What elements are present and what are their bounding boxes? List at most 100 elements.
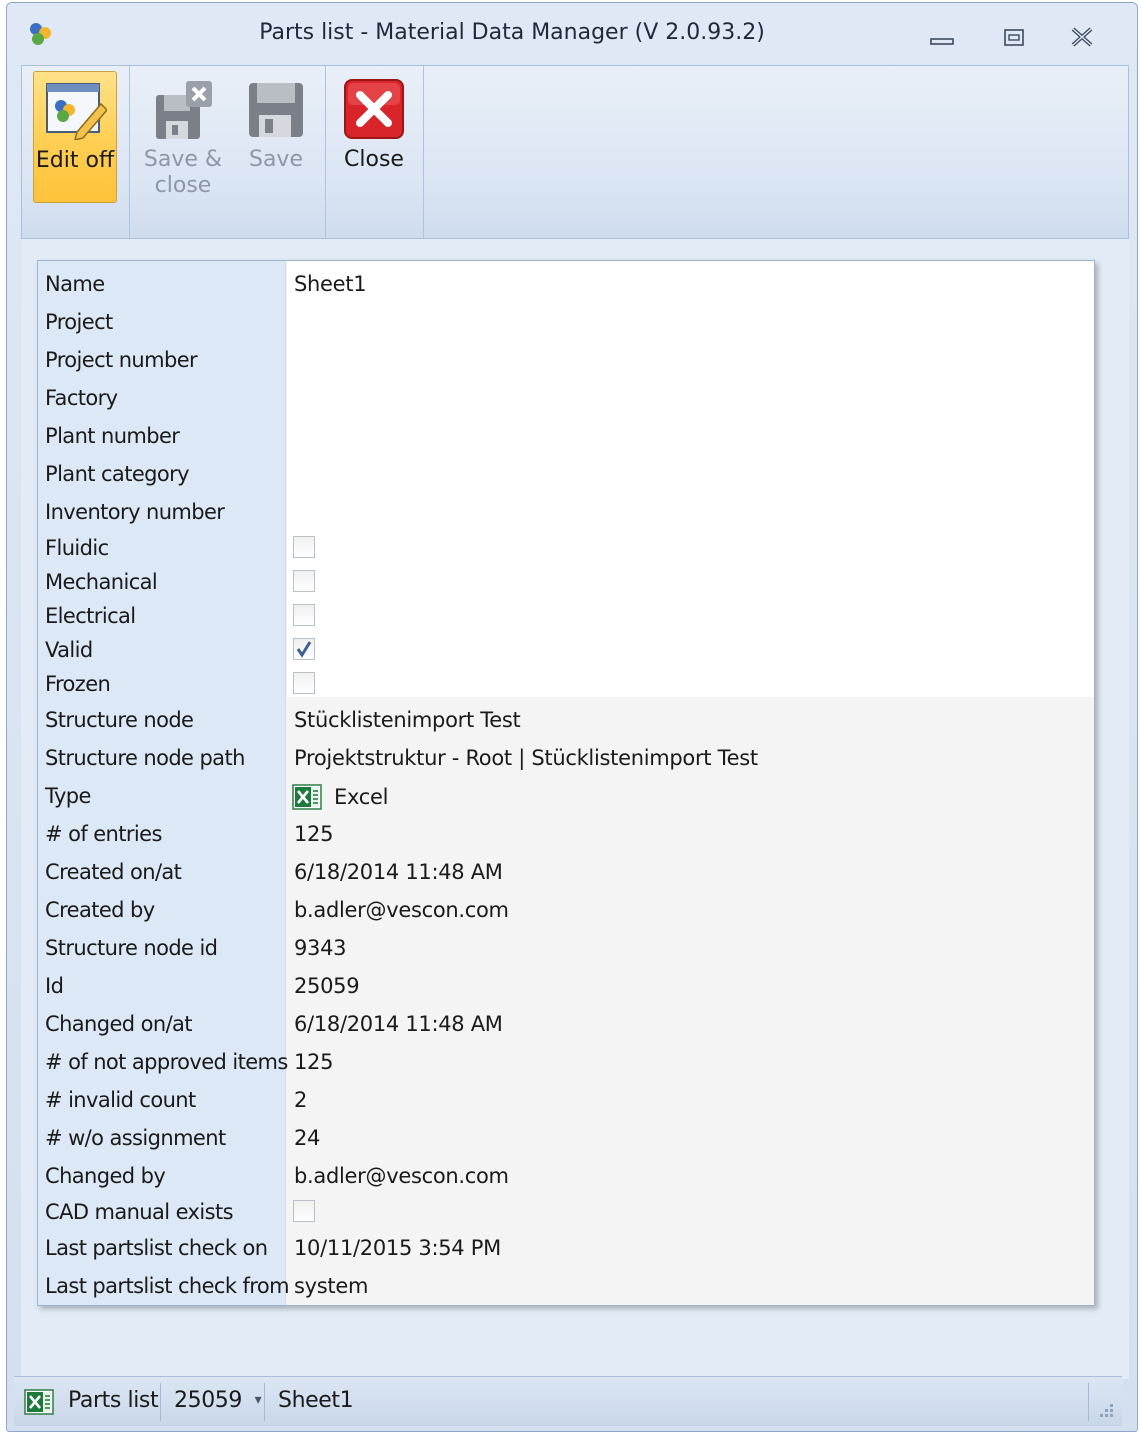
- property-label: Frozen: [45, 672, 111, 696]
- status-id: 25059: [174, 1388, 242, 1413]
- property-label: Electrical: [45, 604, 136, 628]
- property-label: Changed by: [45, 1164, 166, 1188]
- close-label: Close: [344, 147, 404, 172]
- status-separator: [264, 1383, 265, 1421]
- property-label: Project number: [45, 348, 198, 372]
- property-label: Inventory number: [45, 500, 225, 524]
- status-module: Parts list: [68, 1388, 159, 1413]
- property-row-last-check-from: Last partslist check from system: [38, 1267, 1094, 1305]
- fluidic-checkbox[interactable]: [293, 536, 315, 558]
- status-sheet: Sheet1: [278, 1388, 354, 1413]
- property-label: CAD manual exists: [45, 1200, 234, 1224]
- status-id-dropdown[interactable]: 25059 ▾: [174, 1388, 262, 1413]
- property-row-project-number[interactable]: Project number: [38, 341, 1094, 379]
- restore-icon[interactable]: [997, 25, 1031, 49]
- property-label: Factory: [45, 386, 118, 410]
- property-row-electrical[interactable]: Electrical: [38, 597, 1094, 635]
- property-row-inventory-number[interactable]: Inventory number: [38, 493, 1094, 531]
- status-bar: Parts list 25059 ▾ Sheet1: [14, 1376, 1122, 1426]
- property-label: # invalid count: [45, 1088, 196, 1112]
- property-label: Mechanical: [45, 570, 158, 594]
- edit-off-label: Edit off: [35, 148, 115, 173]
- property-value: 6/18/2014 11:48 AM: [294, 860, 503, 884]
- minimize-icon[interactable]: [925, 25, 959, 49]
- window-close-icon[interactable]: [1065, 25, 1099, 49]
- property-value: 6/18/2014 11:48 AM: [294, 1012, 503, 1036]
- property-row-type: Type Excel: [38, 777, 1094, 815]
- property-label: Created on/at: [45, 860, 182, 884]
- property-label: Id: [45, 974, 64, 998]
- title-bar: Parts list - Material Data Manager (V 2.…: [7, 3, 1137, 65]
- save-close-label-line1: Save &: [143, 147, 223, 172]
- property-value: 125: [294, 822, 334, 846]
- property-value[interactable]: Sheet1: [294, 272, 367, 296]
- property-row-plant-category[interactable]: Plant category: [38, 455, 1094, 493]
- property-row-cad-manual: CAD manual exists: [38, 1193, 1094, 1231]
- property-label: # of not approved items: [45, 1050, 288, 1074]
- property-row-name[interactable]: Name Sheet1: [38, 265, 1094, 303]
- property-row-plant-number[interactable]: Plant number: [38, 417, 1094, 455]
- property-row-invalid-count: # invalid count 2: [38, 1081, 1094, 1119]
- checkmark-icon: [296, 641, 312, 658]
- property-value: b.adler@vescon.com: [294, 1164, 509, 1188]
- mechanical-checkbox[interactable]: [293, 570, 315, 592]
- property-row-changed-by: Changed by b.adler@vescon.com: [38, 1157, 1094, 1195]
- save-icon: [249, 83, 303, 137]
- save-close-button[interactable]: Save & close: [138, 71, 228, 203]
- resize-grip-icon[interactable]: [1096, 1402, 1114, 1420]
- save-button[interactable]: Save: [236, 71, 316, 203]
- property-value: 25059: [294, 974, 360, 998]
- property-label: Type: [45, 784, 91, 808]
- property-label: Structure node path: [45, 746, 245, 770]
- property-row-structure-node-id: Structure node id 9343: [38, 929, 1094, 967]
- property-label: Name: [45, 272, 105, 296]
- property-row-mechanical[interactable]: Mechanical: [38, 563, 1094, 601]
- property-label: Valid: [45, 638, 93, 662]
- property-label: Fluidic: [45, 536, 109, 560]
- property-row-not-approved: # of not approved items 125: [38, 1043, 1094, 1081]
- property-label: Last partslist check from: [45, 1274, 290, 1298]
- property-label: # w/o assignment: [45, 1126, 226, 1150]
- edit-icon: [46, 83, 107, 140]
- status-separator: [1088, 1383, 1089, 1421]
- property-value: Projektstruktur - Root | Stücklistenimpo…: [294, 746, 758, 770]
- type-label: Excel: [334, 785, 389, 809]
- type-value: Excel: [292, 784, 388, 810]
- property-label: Plant number: [45, 424, 180, 448]
- window-title: Parts list - Material Data Manager (V 2.…: [259, 20, 765, 45]
- edit-off-button[interactable]: Edit off: [33, 71, 117, 203]
- property-row-fluidic[interactable]: Fluidic: [38, 529, 1094, 567]
- property-value: 9343: [294, 936, 347, 960]
- property-row-created-on: Created on/at 6/18/2014 11:48 AM: [38, 853, 1094, 891]
- property-label: Structure node id: [45, 936, 218, 960]
- chevron-down-icon: ▾: [254, 1392, 262, 1408]
- property-value: 24: [294, 1126, 321, 1150]
- close-button[interactable]: Close: [334, 71, 414, 203]
- property-value: system: [294, 1274, 369, 1298]
- excel-icon: [292, 784, 322, 810]
- property-row-factory[interactable]: Factory: [38, 379, 1094, 417]
- cad-manual-checkbox: [293, 1200, 315, 1222]
- electrical-checkbox[interactable]: [293, 604, 315, 626]
- property-row-changed-on: Changed on/at 6/18/2014 11:48 AM: [38, 1005, 1094, 1043]
- property-row-valid[interactable]: Valid: [38, 631, 1094, 669]
- property-label: # of entries: [45, 822, 162, 846]
- ribbon-toolbar: Edit off Save & close Save Close: [21, 65, 1129, 239]
- valid-checkbox[interactable]: [293, 638, 315, 660]
- save-label: Save: [248, 147, 303, 172]
- property-label: Plant category: [45, 462, 190, 486]
- property-value: Stücklistenimport Test: [294, 708, 521, 732]
- property-row-project[interactable]: Project: [38, 303, 1094, 341]
- property-row-structure-node-path: Structure node path Projektstruktur - Ro…: [38, 739, 1094, 777]
- property-value: 10/11/2015 3:54 PM: [294, 1236, 501, 1260]
- property-row-created-by: Created by b.adler@vescon.com: [38, 891, 1094, 929]
- property-value: 125: [294, 1050, 334, 1074]
- property-row-entries: # of entries 125: [38, 815, 1094, 853]
- property-row-id: Id 25059: [38, 967, 1094, 1005]
- excel-icon: [24, 1389, 54, 1415]
- property-label: Changed on/at: [45, 1012, 193, 1036]
- property-label: Created by: [45, 898, 155, 922]
- property-value: 2: [294, 1088, 308, 1112]
- property-row-frozen[interactable]: Frozen: [38, 665, 1094, 703]
- frozen-checkbox[interactable]: [293, 672, 315, 694]
